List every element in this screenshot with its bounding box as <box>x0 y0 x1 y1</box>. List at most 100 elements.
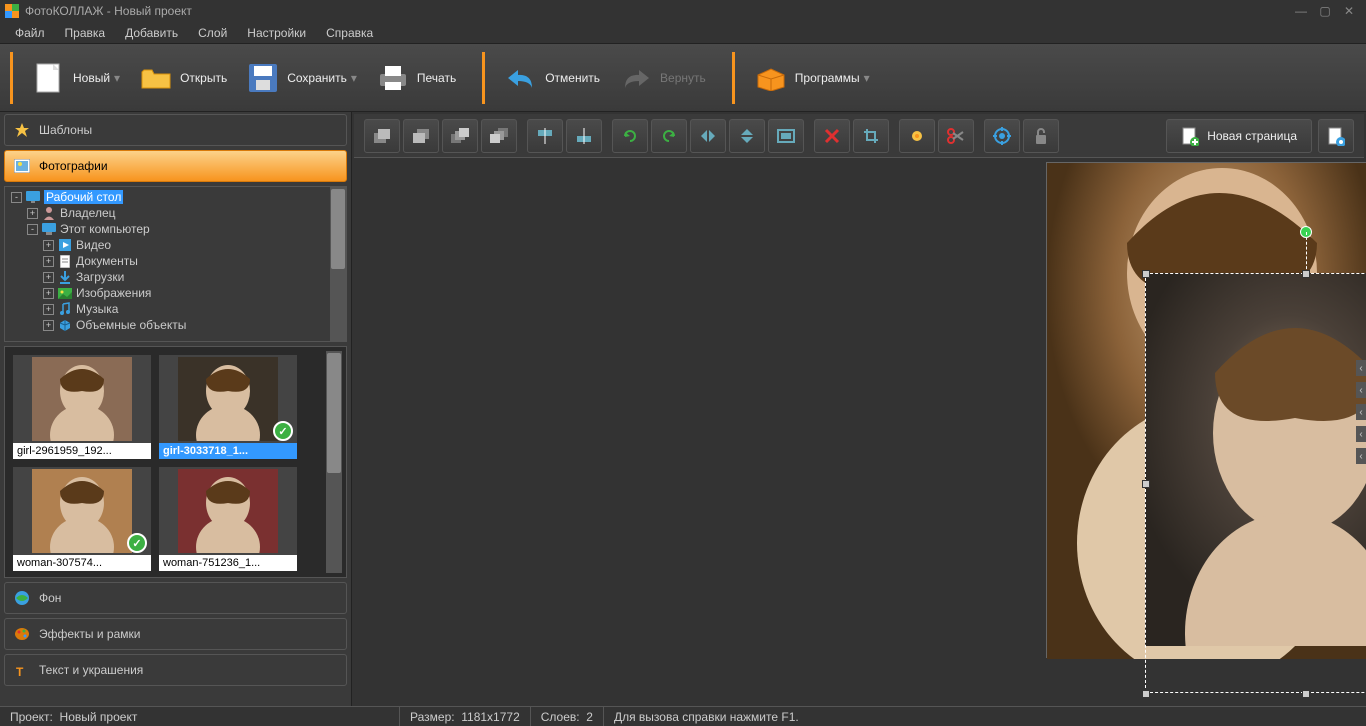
tree-node-label: Загрузки <box>76 270 124 284</box>
fit-button[interactable] <box>768 119 804 153</box>
right-tab-2[interactable]: ‹ <box>1356 382 1366 398</box>
scissors-button[interactable] <box>938 119 974 153</box>
thumbnail[interactable]: girl-3033718_1... <box>159 355 297 459</box>
redo-icon <box>620 62 652 94</box>
canvas-area: Новая страница <box>352 112 1366 706</box>
menu-file[interactable]: Файл <box>5 23 55 43</box>
new-button[interactable]: Новый ▾ <box>23 57 130 99</box>
tab-background[interactable]: Фон <box>4 582 347 614</box>
tree-node[interactable]: + Изображения <box>7 285 328 301</box>
tree-node[interactable]: +Видео <box>7 237 328 253</box>
folder-node-icon <box>41 221 57 237</box>
redo-button[interactable]: Вернуть <box>610 57 716 99</box>
expander-icon[interactable]: + <box>43 240 54 251</box>
expander-icon[interactable]: + <box>43 288 54 299</box>
canvas-viewport[interactable]: ‹ ‹ ‹ ‹ ‹ <box>352 160 1366 706</box>
minimize-button[interactable]: — <box>1289 2 1313 20</box>
thumbnail-label: girl-3033718_1... <box>159 443 297 459</box>
expander-icon[interactable]: - <box>11 192 22 203</box>
tab-templates[interactable]: Шаблоны <box>4 114 347 146</box>
menu-edit[interactable]: Правка <box>55 23 116 43</box>
thumbnail[interactable]: woman-307574... <box>13 467 151 571</box>
status-project: Проект: Новый проект <box>0 707 400 726</box>
handle-s[interactable] <box>1302 690 1310 698</box>
bring-forward-button[interactable] <box>364 119 400 153</box>
tree-node[interactable]: +Объемные объекты <box>7 317 328 333</box>
tab-text[interactable]: T Текст и украшения <box>4 654 347 686</box>
folder-node-icon <box>57 237 73 253</box>
send-back-button[interactable] <box>481 119 517 153</box>
save-button[interactable]: Сохранить ▾ <box>237 57 367 99</box>
bring-front-button[interactable] <box>442 119 478 153</box>
right-tab-1[interactable]: ‹ <box>1356 360 1366 376</box>
expander-icon[interactable]: + <box>43 320 54 331</box>
tab-effects[interactable]: Эффекты и рамки <box>4 618 347 650</box>
thumbnail[interactable]: girl-2961959_192... <box>13 355 151 459</box>
app-icon <box>5 4 19 18</box>
tree-node[interactable]: -Рабочий стол <box>7 189 328 205</box>
align-button-1[interactable] <box>527 119 563 153</box>
lock-button[interactable] <box>1023 119 1059 153</box>
chevron-down-icon[interactable]: ▾ <box>114 71 120 85</box>
wand-button[interactable] <box>899 119 935 153</box>
thumbnail-image <box>159 467 297 555</box>
menu-add[interactable]: Добавить <box>115 23 188 43</box>
flip-horizontal-button[interactable] <box>690 119 726 153</box>
status-layers: Слоев: 2 <box>531 707 604 726</box>
tree-node-label: Изображения <box>76 286 151 300</box>
page-settings-button[interactable] <box>1318 119 1354 153</box>
delete-button[interactable] <box>814 119 850 153</box>
expander-icon[interactable]: + <box>43 304 54 315</box>
menu-settings[interactable]: Настройки <box>237 23 316 43</box>
expander-icon[interactable]: - <box>27 224 38 235</box>
expander-icon[interactable]: + <box>43 256 54 267</box>
canvas-image-2[interactable] <box>1145 273 1366 693</box>
tree-node-label: Владелец <box>60 206 116 220</box>
right-tab-5[interactable]: ‹ <box>1356 448 1366 464</box>
tab-photos[interactable]: Фотографии <box>4 150 347 182</box>
thumb-scrollbar[interactable] <box>326 351 342 573</box>
menu-layer[interactable]: Слой <box>188 23 237 43</box>
expander-icon[interactable]: + <box>27 208 38 219</box>
tree-node[interactable]: -Этот компьютер <box>7 221 328 237</box>
star-icon <box>13 121 31 139</box>
programs-button[interactable]: Программы ▾ <box>745 57 880 99</box>
new-page-button[interactable]: Новая страница <box>1166 119 1312 153</box>
tree-node[interactable]: + Владелец <box>7 205 328 221</box>
tree-node[interactable]: +Документы <box>7 253 328 269</box>
tree-node[interactable]: + Музыка <box>7 301 328 317</box>
close-button[interactable]: ✕ <box>1337 2 1361 20</box>
menu-help[interactable]: Справка <box>316 23 383 43</box>
thumbnail[interactable]: woman-751236_1... <box>159 467 297 571</box>
align-button-2[interactable] <box>566 119 602 153</box>
content-area: Шаблоны Фотографии -Рабочий стол + Владеле… <box>0 112 1366 706</box>
rotate-right-button[interactable] <box>651 119 687 153</box>
folder-tree[interactable]: -Рабочий стол + Владелец-Этот компьютер+Ви… <box>5 187 330 341</box>
chevron-down-icon[interactable]: ▾ <box>864 71 870 85</box>
flip-vertical-button[interactable] <box>729 119 765 153</box>
open-button[interactable]: Открыть <box>130 57 237 99</box>
sidebar: Шаблоны Фотографии -Рабочий стол + Владеле… <box>0 112 352 706</box>
print-button[interactable]: Печать <box>367 57 466 99</box>
expander-icon[interactable]: + <box>43 272 54 283</box>
maximize-button[interactable]: ▢ <box>1313 2 1337 20</box>
crop-button[interactable] <box>853 119 889 153</box>
save-icon <box>247 62 279 94</box>
tree-node-label: Музыка <box>76 302 118 316</box>
right-tab-3[interactable]: ‹ <box>1356 404 1366 420</box>
handle-sw[interactable] <box>1142 690 1150 698</box>
tree-scrollbar[interactable] <box>330 187 346 341</box>
right-tab-4[interactable]: ‹ <box>1356 426 1366 442</box>
chevron-down-icon[interactable]: ▾ <box>351 71 357 85</box>
undo-button[interactable]: Отменить <box>495 57 610 99</box>
settings-button[interactable] <box>984 119 1020 153</box>
folder-node-icon <box>57 253 73 269</box>
thumbnail-grid: girl-2961959_192... girl-3033718_1...woma… <box>9 351 322 573</box>
undo-icon <box>505 62 537 94</box>
send-backward-button[interactable] <box>403 119 439 153</box>
folder-node-icon <box>57 301 73 317</box>
status-help: Для вызова справки нажмите F1. <box>604 707 809 726</box>
tree-node[interactable]: + Загрузки <box>7 269 328 285</box>
right-panel-tabs: ‹ ‹ ‹ ‹ ‹ <box>1356 360 1366 464</box>
rotate-left-button[interactable] <box>612 119 648 153</box>
